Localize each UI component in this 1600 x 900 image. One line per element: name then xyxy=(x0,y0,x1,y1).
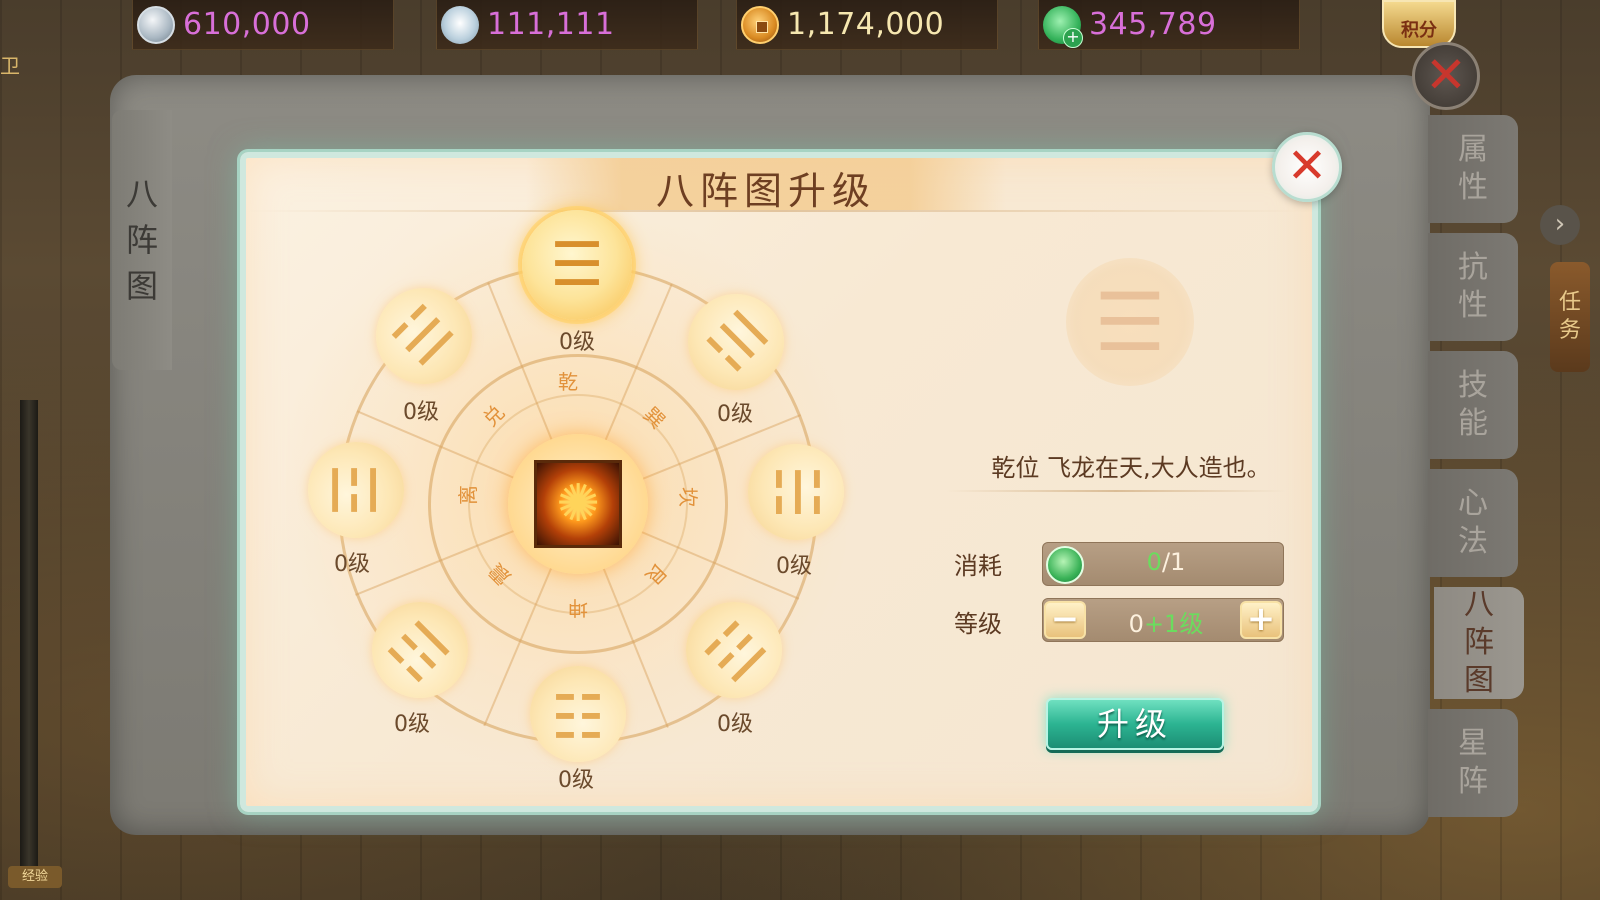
silver-ingot-icon xyxy=(441,5,479,44)
tab-char: 属 xyxy=(1458,132,1488,167)
score-badge[interactable]: 积分 xyxy=(1382,0,1456,48)
shuriken-emblem-icon: ✺ xyxy=(534,460,622,548)
tab-char: 八 xyxy=(1464,587,1494,622)
bagua-wheel: 乾 巽 坎 艮 坤 震 离 兑 ✺ ☰ 0级 ☴ 0级 ☵ 0级 ☶ 0级 ☷ … xyxy=(302,204,846,808)
trigram-qian[interactable]: ☰ xyxy=(522,210,632,320)
tab-char: 性 xyxy=(1458,288,1488,323)
tab-skills[interactable]: 技 能 xyxy=(1428,351,1518,459)
dialog-title: 八阵图升级 xyxy=(655,169,876,213)
currency-value: 1,174,000 xyxy=(787,7,945,42)
currency-copper[interactable]: 1,174,000 xyxy=(736,0,998,50)
tab-char: 能 xyxy=(1458,406,1488,441)
jade-plus-icon[interactable] xyxy=(1043,5,1083,48)
compass-char-li: 离 xyxy=(456,485,480,505)
tab-attributes[interactable]: 属 性 xyxy=(1428,115,1518,223)
tab-char: 法 xyxy=(1458,524,1488,559)
plus-button[interactable]: + xyxy=(1240,601,1282,639)
trigram-level: 0级 xyxy=(559,330,595,355)
cost-label: 消耗 xyxy=(954,552,1002,580)
level-value: 0+1级 xyxy=(1086,604,1246,639)
trigram-motto: 乾位 飞龙在天,大人造也。 xyxy=(991,454,1271,482)
tab-char: 星 xyxy=(1458,726,1488,761)
close-icon[interactable]: ✕ xyxy=(1272,132,1342,202)
tab-char: 抗 xyxy=(1458,250,1488,285)
trigram-level: 0级 xyxy=(334,552,370,577)
panel-close-button[interactable]: ✕ xyxy=(1412,42,1480,110)
left-pole-decoration xyxy=(20,400,38,880)
trigram-level: 0级 xyxy=(776,554,812,579)
tab-resistance[interactable]: 抗 性 xyxy=(1428,233,1518,341)
currency-yuan[interactable]: 610,000 xyxy=(132,0,394,50)
compass-char-kun: 坤 xyxy=(568,596,588,620)
trigram-level: 0级 xyxy=(403,400,439,425)
upgrade-dialog: 八阵图升级 ✕ 乾 巽 坎 艮 坤 震 离 兑 ✺ ☰ 0级 ☴ 0级 ☵ 0级… xyxy=(240,132,1342,812)
currency-value: 111,111 xyxy=(487,7,615,42)
left-panel-tab: 八 阵 图 xyxy=(112,110,172,370)
trigram-kan[interactable]: ☵ xyxy=(748,444,844,540)
tab-bazhentu[interactable]: 八 阵 图 xyxy=(1434,587,1524,699)
trigram-level: 0级 xyxy=(717,402,753,427)
task-char: 务 xyxy=(1558,318,1581,343)
trigram-kun[interactable]: ☷ xyxy=(530,666,626,762)
motto-divider xyxy=(946,490,1286,492)
selected-trigram-emblem: ☰ xyxy=(1066,258,1194,386)
upgrade-button[interactable]: 升级 xyxy=(1046,698,1224,750)
currency-jade[interactable]: 345,789 xyxy=(1038,0,1300,50)
tab-mind-method[interactable]: 心 法 xyxy=(1428,469,1518,577)
level-base: 0 xyxy=(1128,610,1144,638)
cost-owned: 0 xyxy=(1146,548,1162,576)
level-increment: +1级 xyxy=(1143,610,1204,638)
level-label: 等级 xyxy=(954,610,1002,638)
left-tab-char: 八 xyxy=(125,175,158,213)
cost-value: 0/1 xyxy=(1086,548,1246,576)
chevron-right-icon[interactable]: › xyxy=(1540,205,1580,245)
task-tag[interactable]: 任 务 xyxy=(1550,262,1590,372)
tab-char: 阵 xyxy=(1464,625,1494,660)
compass-char-kan: 坎 xyxy=(676,487,700,507)
left-mark-text: 卫 xyxy=(0,54,20,78)
tab-char: 阵 xyxy=(1458,764,1488,799)
minus-button[interactable]: − xyxy=(1044,601,1086,639)
tab-star-array[interactable]: 星 阵 xyxy=(1428,709,1518,817)
exp-chip: 经验 xyxy=(8,866,62,888)
tab-char: 技 xyxy=(1458,368,1488,403)
trigram-li[interactable]: ☲ xyxy=(308,442,404,538)
tab-char: 图 xyxy=(1464,663,1494,698)
compass-char-qian: 乾 xyxy=(558,370,578,394)
left-tab-char: 图 xyxy=(125,267,158,305)
tab-char: 性 xyxy=(1458,170,1488,205)
task-char: 任 xyxy=(1558,290,1581,315)
yuan-coin-icon xyxy=(137,5,175,44)
cost-required: /1 xyxy=(1161,548,1186,576)
jade-token-icon xyxy=(1046,546,1084,584)
trigram-level: 0级 xyxy=(717,712,753,737)
tab-char: 心 xyxy=(1458,486,1488,521)
currency-silver[interactable]: 111,111 xyxy=(436,0,698,50)
trigram-level: 0级 xyxy=(558,768,594,793)
left-tab-char: 阵 xyxy=(125,221,158,259)
currency-value: 610,000 xyxy=(183,7,311,42)
trigram-level: 0级 xyxy=(394,712,430,737)
currency-value: 345,789 xyxy=(1089,7,1217,42)
copper-coin-icon xyxy=(741,5,779,44)
